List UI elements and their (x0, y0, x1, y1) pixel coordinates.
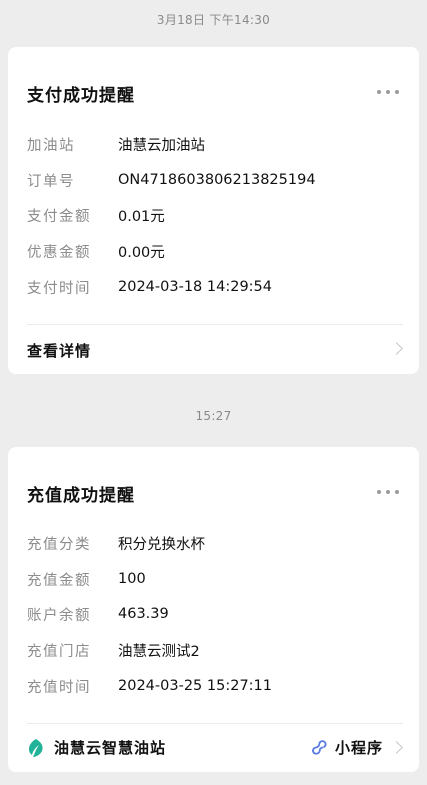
more-dots-icon[interactable] (377, 89, 399, 95)
field-label: 订单号 (27, 173, 75, 190)
leaf-logo-icon (28, 738, 43, 757)
field-value: ON471860380621382519​4 (118, 172, 316, 188)
divider (27, 723, 403, 724)
field-value: 积分兑换水杯 (118, 536, 205, 553)
field-label: 优惠金额 (27, 244, 91, 261)
field-value: 2024-03-18 14:29:54 (118, 279, 272, 295)
brand-link[interactable]: 油慧云智慧油站 (27, 737, 166, 758)
field-row: 充值时间 2024-03-25 15:27:11 (27, 676, 272, 696)
field-value: 463.39 (118, 606, 169, 622)
field-label: 充值金额 (27, 572, 91, 589)
mini-program-link-icon (312, 740, 327, 755)
field-value: 油慧云测试2 (118, 643, 200, 660)
message-timestamp: 3月18日 下午14:30 (156, 13, 271, 27)
mini-program-link[interactable]: 小程序 (311, 737, 383, 758)
field-label: 账户余额 (27, 607, 91, 624)
field-value: 0.01元 (118, 208, 165, 225)
chevron-right-icon[interactable] (390, 342, 403, 355)
field-row: 加油站 油慧云加油站 (27, 134, 205, 154)
field-label: 充值分类 (27, 536, 91, 553)
field-row: 充值门店 油慧云测试2 (27, 640, 200, 660)
chevron-right-icon[interactable] (390, 741, 403, 754)
field-row: 优惠金额 0.00元 (27, 241, 165, 261)
field-value: 油慧云加油站 (118, 137, 205, 154)
field-row: 支付时间 2024-03-18 14:29:54 (27, 277, 272, 297)
field-label: 加油站 (27, 137, 75, 154)
field-value: 100 (118, 571, 146, 587)
field-row: 充值金额 100 (27, 569, 146, 589)
field-row: 充值分类 积分兑换水杯 (27, 533, 205, 553)
card-title: 充值成功提醒 (27, 486, 135, 506)
message-timestamp: 15:27 (195, 409, 232, 423)
more-dots-icon[interactable] (377, 489, 399, 495)
field-row: 订单号 ON471860380621382519​4 (27, 170, 316, 190)
field-label: 充值门店 (27, 643, 91, 660)
mini-program-label: 小程序 (334, 739, 383, 757)
payment-success-card[interactable]: 支付成功提醒 加油站 油慧云加油站 订单号 ON4718603806213825… (8, 47, 419, 374)
field-value: 2024-03-25 15:27:11 (118, 678, 272, 694)
brand-name: 油慧云智慧油站 (54, 739, 167, 757)
card-title: 支付成功提醒 (27, 86, 135, 106)
recharge-success-card[interactable]: 充值成功提醒 充值分类 积分兑换水杯 充值金额 100 账户余额 463.39 … (8, 447, 419, 772)
divider (27, 324, 403, 325)
view-details-link[interactable]: 查看详情 (27, 340, 91, 361)
field-label: 支付时间 (27, 280, 91, 297)
field-value: 0.00元 (118, 244, 165, 261)
field-label: 支付金额 (27, 208, 91, 225)
field-row: 支付金额 0.01元 (27, 205, 165, 225)
field-row: 账户余额 463.39 (27, 604, 169, 624)
field-label: 充值时间 (27, 679, 91, 696)
